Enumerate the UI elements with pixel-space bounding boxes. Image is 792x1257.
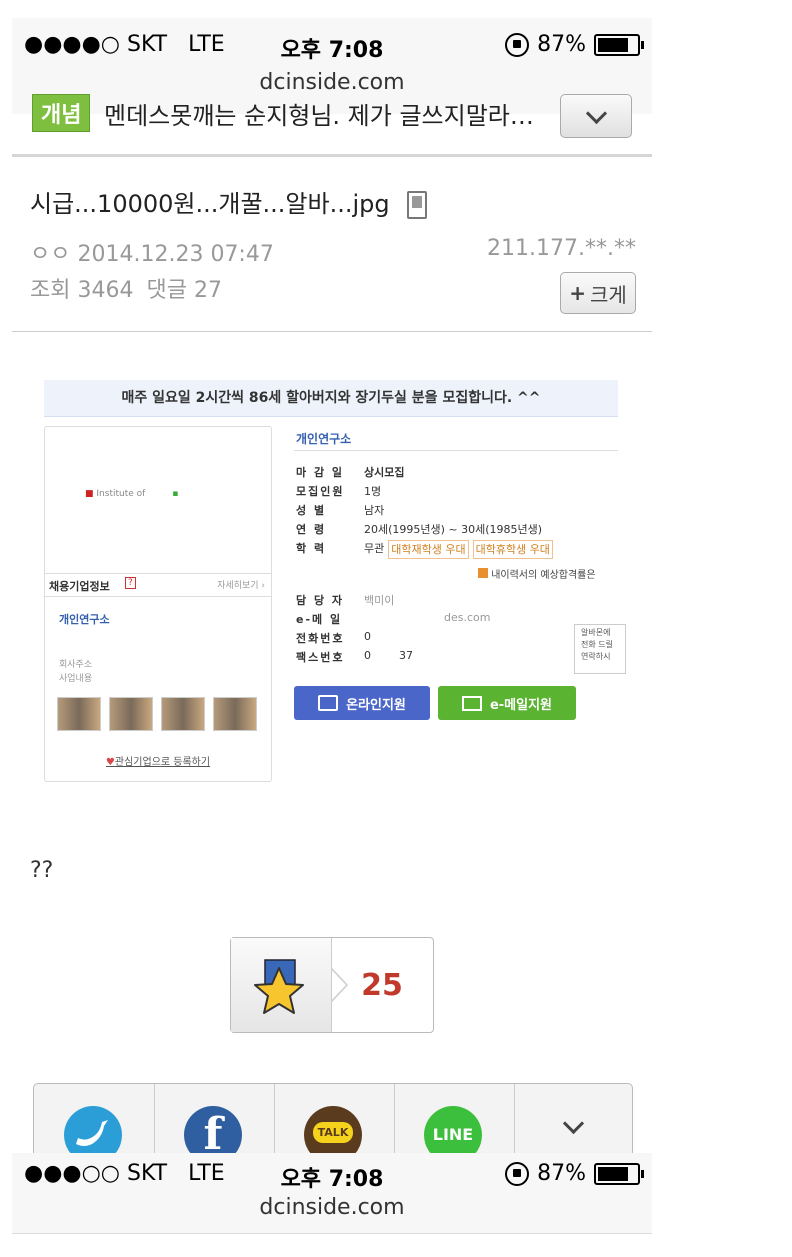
- contact-row: 담 당 자 백미이: [296, 594, 395, 607]
- rotation-lock-icon: [505, 1161, 530, 1186]
- share-facebook-button[interactable]: f: [154, 1084, 275, 1154]
- recommend-button[interactable]: [231, 938, 332, 1032]
- post-title: 시급...10000원...개꿀...알바...jpg: [30, 184, 428, 219]
- company-photo[interactable]: [109, 697, 153, 731]
- views-label: 조회: [30, 278, 71, 303]
- company-name[interactable]: 개인연구소: [59, 611, 110, 627]
- company-section-title: 채용기업정보: [49, 580, 110, 593]
- twitter-icon: [64, 1106, 122, 1154]
- share-bar: f TALK LINE: [33, 1083, 633, 1155]
- address-label: 회사주소: [59, 660, 93, 670]
- concept-badge: 개념: [32, 94, 91, 132]
- topic-title[interactable]: 멘데스못깨는 순지형님. 제가 글쓰지말라…: [104, 96, 534, 131]
- post-date: 2014.12.23 07:47: [77, 242, 274, 267]
- post-body-text: ??: [30, 858, 54, 883]
- contact-row: 팩스번호 0 37: [296, 649, 413, 664]
- address-bar[interactable]: dcinside.com: [12, 70, 652, 95]
- contact-table: 담 당 자 백미이 e-메 일 des.com 전화번호 0 팩스번호 0 37: [296, 592, 490, 668]
- post-title-text: 시급...10000원...개꿀...알바...jpg: [30, 190, 390, 218]
- help-icon[interactable]: ?: [125, 577, 136, 589]
- recommend-widget[interactable]: 25: [230, 937, 434, 1033]
- best-topic-bar[interactable]: 개념 멘데스못깨는 순지형님. 제가 글쓰지말라…: [12, 94, 652, 157]
- job-company-title: 개인연구소: [296, 432, 352, 446]
- chart-icon: [478, 568, 488, 578]
- info-row: 연 령 20세(1995년생) ~ 30세(1985년생): [296, 523, 543, 536]
- post-author-date: ㅇㅇ 2014.12.23 07:47: [30, 236, 274, 268]
- company-box: ■ Institute of ▪ 채용기업정보 ? 자세히보기 › 개인연구소 …: [44, 426, 272, 782]
- post-image: 매주 일요일 2시간씩 86세 할아버지와 장기두실 분을 모집합니다. ^^ …: [30, 378, 626, 782]
- resume-note[interactable]: 내이력서의 예상합격률은: [478, 566, 596, 581]
- post-stats: 조회 3464 댓글 27: [30, 272, 222, 304]
- info-row: 학 력 무관 대학재학생 우대 대학휴학생 우대: [296, 540, 553, 559]
- enlarge-label: 크게: [589, 282, 627, 307]
- status-right: 87%: [505, 1161, 644, 1186]
- share-twitter-button[interactable]: [34, 1084, 155, 1154]
- divider: [294, 450, 618, 451]
- monitor-icon: [318, 695, 339, 711]
- company-photo[interactable]: [213, 697, 257, 731]
- comments-count: 27: [193, 278, 222, 303]
- more-link[interactable]: 자세히보기 ›: [217, 578, 265, 591]
- status-right: 87%: [505, 32, 644, 57]
- contact-row: e-메 일 des.com: [296, 611, 491, 626]
- address-bar[interactable]: dcinside.com: [12, 1195, 652, 1220]
- mobile-post-icon: [407, 191, 428, 219]
- business-label: 사업내용: [59, 674, 93, 684]
- share-kakaotalk-button[interactable]: TALK: [274, 1084, 395, 1154]
- enlarge-button[interactable]: + 크게: [560, 272, 636, 314]
- info-row: 마 감 일 상시모집: [296, 466, 405, 479]
- battery-percent: 87%: [537, 32, 586, 57]
- company-section-header: 채용기업정보 ? 자세히보기 ›: [45, 573, 271, 597]
- company-photo[interactable]: [57, 697, 101, 731]
- rotation-lock-icon: [505, 32, 530, 57]
- job-info-table: 마 감 일 상시모집 모집인원 1명 성 별 남자 연 령 20세(1995년생) ~ …: [296, 464, 553, 559]
- share-more-button[interactable]: [514, 1084, 632, 1154]
- battery-icon: [594, 33, 644, 56]
- battery-icon: [594, 1162, 644, 1185]
- preference-tag: 대학휴학생 우대: [472, 540, 553, 559]
- info-row: 모집인원 1명: [296, 485, 382, 498]
- comments-label: 댓글: [146, 278, 187, 303]
- battery-percent: 87%: [537, 1161, 586, 1186]
- share-line-button[interactable]: LINE: [394, 1084, 515, 1154]
- side-note: 알바몬에 전화 드릴 연락하시: [574, 624, 626, 674]
- divider: [12, 331, 652, 332]
- contact-row: 전화번호 0: [296, 630, 371, 645]
- author-name[interactable]: ㅇㅇ: [30, 242, 70, 267]
- chevron-down-icon: [585, 102, 607, 124]
- envelope-icon: [461, 695, 482, 711]
- recommend-count: 25: [361, 967, 403, 1003]
- plus-icon: +: [569, 281, 586, 305]
- topic-dropdown-button[interactable]: [560, 94, 632, 138]
- kakaotalk-icon: TALK: [304, 1106, 362, 1154]
- job-banner: 매주 일요일 2시간씩 86세 할아버지와 장기두실 분을 모집합니다. ^^: [44, 380, 618, 417]
- chevron-down-icon: [562, 1112, 585, 1135]
- company-photos: [57, 697, 257, 731]
- register-company-link[interactable]: ♥관심기업으로 등록하기: [45, 753, 271, 768]
- heart-icon: ♥: [105, 757, 115, 768]
- company-photo[interactable]: [161, 697, 205, 731]
- post-ip: 211.177.**.**: [487, 236, 636, 261]
- line-icon: LINE: [424, 1106, 482, 1154]
- company-logo: ■ Institute of ▪: [85, 489, 179, 499]
- star-icon: [254, 959, 304, 1014]
- preference-tag: 대학재학생 우대: [388, 540, 469, 559]
- online-apply-button[interactable]: 온라인지원: [294, 686, 430, 720]
- status-bar-duplicate: ●●●○○ SKT LTE 오후 7:08 87% dcinside.com: [12, 1153, 652, 1234]
- facebook-icon: f: [184, 1106, 242, 1154]
- logo-text: Institute of: [96, 489, 146, 499]
- views-count: 3464: [77, 278, 134, 303]
- info-row: 성 별 남자: [296, 504, 385, 517]
- email-apply-button[interactable]: e-메일지원: [438, 686, 576, 720]
